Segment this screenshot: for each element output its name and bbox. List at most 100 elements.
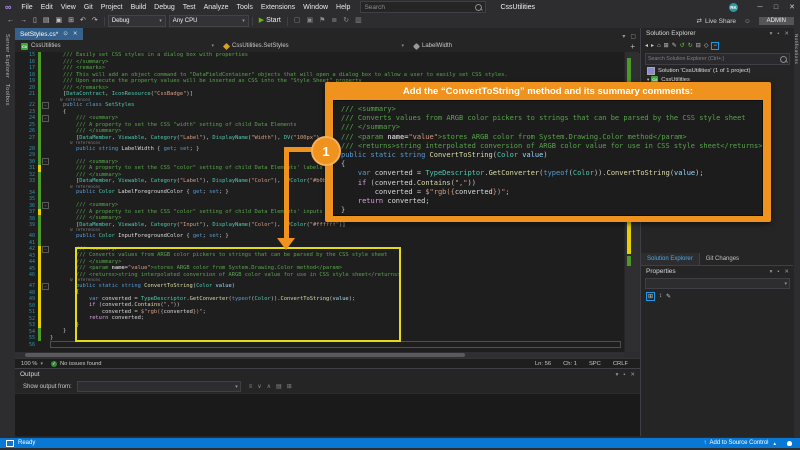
solution-explorer-toolbar-icon[interactable]: ✎ (672, 42, 677, 49)
solution-explorer-toolbar-icon[interactable]: ↺ (680, 42, 685, 49)
tab-setstyles[interactable]: SetStyles.cs* ⊙ ✕ (15, 28, 83, 40)
close-tab-icon[interactable]: ✕ (73, 31, 78, 37)
output-toolbar-icon[interactable]: ∨ (257, 384, 261, 390)
fold-collapse-icon[interactable]: − (42, 158, 49, 165)
source-control-expander-icon[interactable]: ▲ (773, 441, 777, 446)
solution-explorer-toolbar-icon[interactable]: ⊞ (664, 42, 669, 49)
toolbar-icon[interactable]: ← (7, 16, 14, 26)
fold-collapse-icon[interactable]: − (42, 246, 49, 253)
float-window-icon[interactable]: ▢ (630, 33, 636, 40)
admin-button[interactable]: ADMIN (759, 17, 794, 25)
menu-item-tools[interactable]: Tools (233, 4, 257, 11)
toolbar-icon[interactable]: ⊞ (68, 16, 74, 26)
eol-indicator[interactable]: CRLF (613, 361, 628, 367)
code-line[interactable]: 56 (15, 341, 624, 348)
dropdown-icon[interactable]: ▾ (770, 31, 773, 37)
solution-explorer-toolbar-icon[interactable]: − (711, 42, 719, 50)
fold-collapse-icon[interactable]: − (42, 283, 49, 290)
properties-grid[interactable] (641, 302, 794, 432)
properties-toolbar-icon[interactable]: ✎ (666, 293, 671, 300)
output-header-icon[interactable]: ▾ (616, 372, 619, 378)
output-toolbar-icon[interactable]: ≡ (249, 384, 253, 390)
properties-toolbar-icon[interactable]: ⊞ (646, 292, 655, 301)
fold-collapse-icon[interactable]: − (42, 102, 49, 109)
dropdown-icon[interactable]: ▾ (770, 269, 773, 275)
toolbox-tab[interactable]: Toolbox (4, 84, 10, 106)
start-debug-button[interactable]: ▶ Start (259, 16, 281, 26)
breadcrumb-type[interactable]: CssUtilities.SetStyles ▾ (220, 40, 410, 52)
toolbar-icon[interactable]: ▯ (33, 16, 37, 26)
toolbar-icon[interactable]: ▣ (306, 16, 313, 26)
platform-dropdown[interactable]: Any CPU▾ (169, 15, 249, 27)
pin-icon[interactable]: ▪ (777, 31, 779, 37)
menu-item-file[interactable]: File (17, 4, 36, 11)
menu-item-extensions[interactable]: Extensions (257, 4, 299, 11)
menu-item-project[interactable]: Project (97, 4, 127, 11)
menu-item-view[interactable]: View (57, 4, 80, 11)
toolbar-icon[interactable]: → (20, 16, 27, 26)
output-source-dropdown[interactable]: ▾ (77, 381, 241, 392)
menu-item-build[interactable]: Build (127, 4, 151, 11)
menu-item-analyze[interactable]: Analyze (200, 4, 233, 11)
add-to-source-control-button[interactable]: Add to Source Control (709, 440, 768, 446)
solution-explorer-toolbar-icon[interactable]: ↻ (688, 42, 693, 49)
quick-search-input[interactable]: Search (360, 1, 486, 13)
solution-explorer-toolbar-icon[interactable]: ⊟ (696, 42, 701, 49)
menu-item-edit[interactable]: Edit (37, 4, 57, 11)
toolbar-icon[interactable]: ↷ (92, 16, 98, 26)
output-toolbar-icon[interactable]: ∧ (267, 384, 271, 390)
close-icon[interactable]: ✕ (784, 269, 789, 275)
pin-icon[interactable]: ▪ (777, 269, 779, 275)
fold-collapse-icon[interactable]: − (42, 115, 49, 122)
debug-config-dropdown[interactable]: Debug▾ (108, 15, 166, 27)
tree-item[interactable]: Solution 'CssUtilities' (1 of 1 project) (641, 66, 794, 75)
zoom-dropdown-icon[interactable]: ▾ (40, 361, 43, 367)
solution-explorer-toolbar-icon[interactable]: ▸ (651, 42, 654, 49)
output-header-icon[interactable]: ▪ (623, 372, 625, 378)
pin-icon[interactable]: ⊙ (63, 31, 68, 37)
spaces-indicator[interactable]: SPC (589, 361, 601, 367)
toolbar-icon[interactable]: ▤ (43, 16, 50, 26)
split-editor-button[interactable]: + (630, 42, 635, 51)
toolbar-icon[interactable]: ↻ (343, 16, 349, 26)
output-toolbar-icon[interactable]: ▤ (276, 384, 282, 390)
feedback-icon[interactable]: ☺ (744, 18, 751, 25)
minimize-button[interactable]: ─ (752, 4, 768, 11)
menu-item-help[interactable]: Help (332, 4, 354, 11)
toolbar-icon[interactable]: ▢ (294, 16, 301, 26)
menu-item-debug[interactable]: Debug (150, 4, 179, 11)
toolbar-icon[interactable]: ▣ (55, 16, 62, 26)
solution-explorer-toolbar-icon[interactable]: ⌂ (657, 43, 661, 49)
tool-tab-solution-explorer[interactable]: Solution Explorer (641, 253, 699, 265)
menu-item-git[interactable]: Git (80, 4, 97, 11)
avatar[interactable]: RK (729, 3, 738, 12)
health-status[interactable]: No issues found (60, 361, 102, 367)
notifications-tab[interactable]: Notifications (794, 34, 799, 64)
toolbar-icon[interactable]: ⚑ (319, 16, 325, 26)
tab-list-dropdown-icon[interactable]: ▾ (622, 33, 625, 40)
bell-icon[interactable] (787, 441, 792, 446)
toolbar-icon[interactable]: ▥ (355, 16, 362, 26)
menu-item-test[interactable]: Test (179, 4, 200, 11)
close-icon[interactable]: ✕ (784, 31, 789, 37)
output-header-icon[interactable]: ✕ (630, 372, 635, 378)
properties-object-dropdown[interactable]: ▾ (645, 278, 790, 289)
breadcrumb-member[interactable]: LabelWidth + (410, 40, 640, 52)
solution-search-input[interactable]: Search Solution Explorer (Ctrl+;) (645, 53, 790, 65)
code-line[interactable]: 40 public Color InputForegroundColor { g… (15, 233, 624, 240)
breadcrumb-project[interactable]: C# CssUtilities ▾ (15, 40, 220, 52)
tool-tab-git-changes[interactable]: Git Changes (699, 253, 745, 265)
fold-collapse-icon[interactable]: − (42, 202, 49, 209)
toolbar-icon[interactable]: ↶ (80, 16, 86, 26)
output-toolbar-icon[interactable]: ⊞ (287, 384, 292, 390)
properties-toolbar-icon[interactable]: ↕ (659, 293, 662, 299)
maximize-button[interactable]: □ (768, 4, 784, 11)
toolbar-icon[interactable]: ≣ (331, 16, 337, 26)
live-share-button[interactable]: Live Share (705, 18, 736, 25)
solution-explorer-toolbar-icon[interactable]: ◇ (704, 42, 709, 49)
solution-explorer-toolbar-icon[interactable]: ◂ (645, 42, 648, 49)
zoom-level[interactable]: 100 % (21, 361, 37, 367)
menu-item-window[interactable]: Window (299, 4, 332, 11)
output-content[interactable] (15, 393, 640, 436)
close-button[interactable]: ✕ (784, 3, 800, 11)
